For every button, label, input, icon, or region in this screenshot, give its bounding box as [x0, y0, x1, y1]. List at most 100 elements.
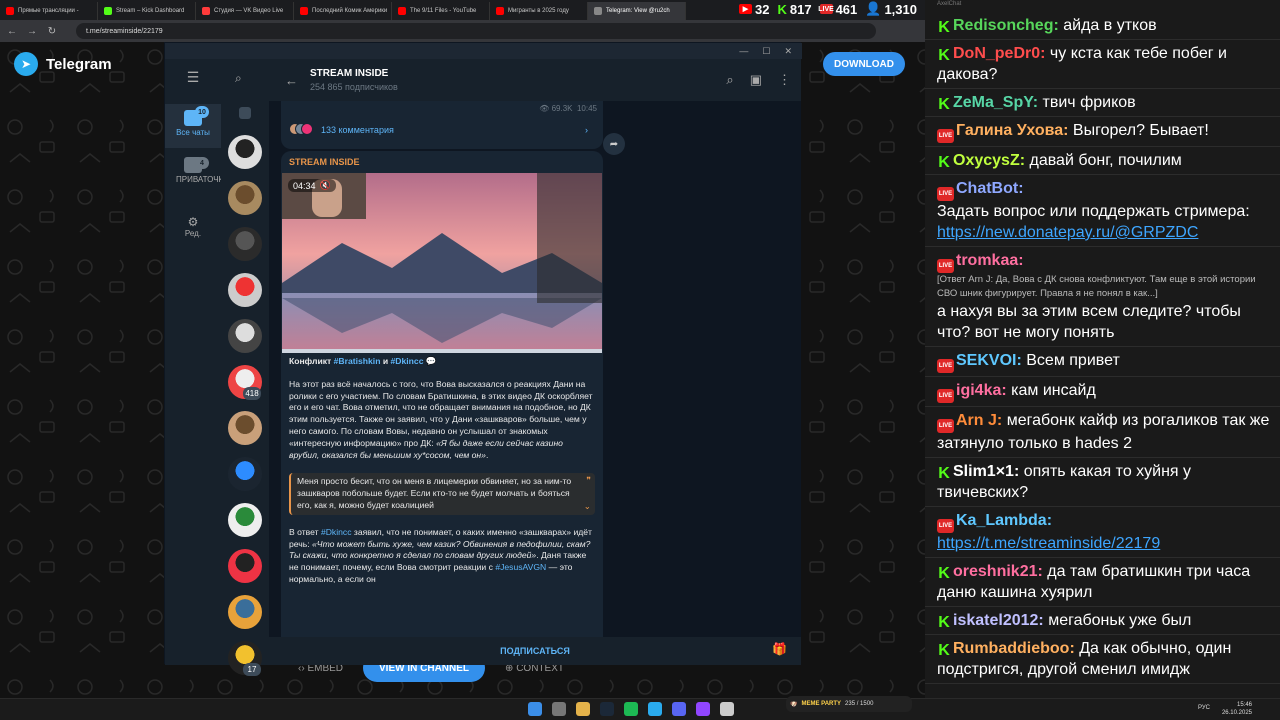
minimize-icon[interactable]: —	[739, 46, 748, 56]
mute-icon[interactable]: 🔇	[320, 180, 331, 191]
archive-icon[interactable]	[239, 107, 251, 119]
chrome-icon[interactable]	[576, 702, 590, 716]
steam-icon[interactable]	[600, 702, 614, 716]
browser-tab[interactable]: Студия — VK Видео Live	[196, 2, 294, 20]
hashtag-link[interactable]: #Dkincc	[391, 356, 424, 366]
chat-username[interactable]: Slim1×1	[953, 463, 1014, 480]
hashtag-link[interactable]: #JesusAVGN	[495, 562, 546, 572]
chat-avatar[interactable]	[228, 595, 262, 629]
back-arrow-icon[interactable]: ←	[285, 73, 298, 88]
chat-username[interactable]: igi4ka	[956, 382, 1001, 399]
total-viewers: 👤 1,310	[865, 1, 917, 17]
start-icon[interactable]	[528, 702, 542, 716]
browser-tab[interactable]: The 9/11 Files - YouTube	[392, 2, 490, 20]
colon: :	[1046, 512, 1053, 529]
chat-username[interactable]: SEKVOI	[956, 352, 1016, 369]
chat-username[interactable]: ZeMa_SpY	[953, 94, 1033, 111]
colon: :	[1053, 17, 1064, 34]
chat-avatar[interactable]	[228, 227, 262, 261]
browser-tab[interactable]: Telegram: View @ru2ch	[588, 2, 686, 20]
chat-avatar[interactable]	[228, 457, 262, 491]
gift-icon[interactable]: 🎁	[772, 642, 787, 656]
comments-link[interactable]: 133 комментария ›	[289, 123, 588, 137]
spotify-icon[interactable]	[624, 702, 638, 716]
discord-icon[interactable]	[672, 702, 686, 716]
chat-avatar[interactable]	[228, 273, 262, 307]
taskbar: РУС 15:46 26.10.2025	[0, 698, 1280, 720]
colon: :	[1016, 352, 1027, 369]
folder-private[interactable]: ПРИВАТОЧКА 4	[165, 155, 229, 199]
live-icon: LIVE	[818, 4, 834, 14]
back-icon[interactable]: ←	[6, 26, 18, 37]
chat-message: LIVE ChatBot: Задать вопрос или поддержат…	[925, 175, 1280, 247]
chat-username[interactable]: iskatel2012	[953, 612, 1038, 629]
quote-block[interactable]: Меня просто бесит, что он меня в лицемер…	[289, 473, 595, 515]
chat-avatar[interactable]	[228, 135, 262, 169]
browser-tab[interactable]: Мигранты в 2025 году	[490, 2, 588, 20]
chat-link[interactable]: https://t.me/streaminside/22179	[937, 533, 1270, 554]
chat-avatar[interactable]	[228, 411, 262, 445]
chat-list: ⌕ 418 17	[221, 59, 269, 676]
youtube-icon: ▶	[739, 4, 752, 14]
chat-username[interactable]: Rumbaddieboo	[953, 640, 1069, 657]
share-button[interactable]: ➦	[603, 133, 625, 155]
sidebar-icon[interactable]: ▣	[750, 72, 762, 88]
live-icon: LIVE	[937, 359, 954, 373]
chat-username[interactable]: tromkaa	[956, 252, 1018, 269]
hashtag-link[interactable]: #Bratishkin	[334, 356, 381, 366]
maximize-icon[interactable]: ☐	[762, 46, 770, 57]
chat-avatar[interactable]	[228, 503, 262, 537]
chat-message: LIVE Arn J: мегабонк кайф из рогаликов та…	[925, 407, 1280, 458]
post-title: Конфликт #Bratishkin и #Dkincc 💬	[289, 356, 437, 366]
chat-username[interactable]: ChatBot	[956, 180, 1018, 197]
chat-message: LIVE SEKVOI: Всем привет	[925, 347, 1280, 377]
chat-avatar[interactable]	[228, 181, 262, 215]
video-timer: 04:34 🔇	[288, 179, 336, 192]
app-icon[interactable]	[720, 702, 734, 716]
browser-tab[interactable]: Прямые трансляции -	[0, 2, 98, 20]
chat-username[interactable]: Arn J	[956, 412, 997, 429]
browser-tab[interactable]: Stream – Kick Dashboard	[98, 2, 196, 20]
tab-favicon-icon	[594, 7, 602, 15]
chat-message: Koreshnik21: да там братишкин три часа д…	[925, 558, 1280, 607]
subscribe-button[interactable]: ПОДПИСАТЬСЯ	[269, 637, 801, 665]
url-field[interactable]: t.me/streaminside/22179	[76, 23, 876, 39]
paragraph-2: В ответ #Dkincc заявил, что не понимает,…	[289, 526, 592, 584]
chat-username[interactable]: OxycysZ	[953, 152, 1020, 169]
more-icon[interactable]: ⋮	[778, 72, 791, 88]
dog-icon: 🐶	[790, 701, 798, 708]
clock[interactable]: 15:46 26.10.2025	[1222, 701, 1252, 717]
channel-name[interactable]: STREAM INSIDE	[310, 68, 398, 79]
colon: :	[1013, 463, 1024, 480]
chat-username[interactable]: Галина Ухова	[956, 122, 1063, 139]
search-icon[interactable]: ⌕	[235, 71, 242, 86]
chat-avatar[interactable]	[228, 549, 262, 583]
edit-folders[interactable]: ⚙ Ред.	[165, 215, 221, 238]
forward-icon[interactable]: →	[26, 26, 38, 37]
chat-link[interactable]: https://new.donatepay.ru/@GRPZDC	[937, 222, 1270, 243]
menu-button[interactable]: ☰	[165, 69, 221, 86]
chat-username[interactable]: oreshnik21	[953, 563, 1037, 580]
video-player[interactable]: 04:34 🔇	[282, 173, 602, 353]
folder-all-chats[interactable]: Все чаты 10	[165, 104, 221, 148]
telegram-icon[interactable]	[648, 702, 662, 716]
search-icon[interactable]: ⌕	[726, 72, 733, 88]
chat-username[interactable]: Ka_Lambda	[956, 512, 1047, 529]
chat-avatar[interactable]	[228, 319, 262, 353]
chat-text: кам инсайд	[1011, 382, 1096, 399]
stream-chat-panel: AxelChat K Redisoncheg: айда в утков K DoN_…	[925, 0, 1280, 698]
download-button[interactable]: DOWNLOAD	[823, 52, 905, 76]
tab-favicon-icon	[202, 7, 210, 15]
chat-username[interactable]: Redisoncheg	[953, 17, 1053, 34]
hashtag-link[interactable]: #Dkincc	[321, 527, 352, 537]
language-indicator[interactable]: РУС	[1198, 705, 1210, 711]
chat-message: LIVE Ka_Lambda: https://t.me/streaminside…	[925, 507, 1280, 558]
close-icon[interactable]: ✕	[784, 46, 792, 57]
reload-icon[interactable]: ↻	[46, 26, 58, 37]
avatar	[301, 123, 313, 135]
chat-username[interactable]: DoN_peDr0	[953, 45, 1040, 62]
obs-icon[interactable]	[696, 702, 710, 716]
search-icon[interactable]	[552, 702, 566, 716]
chat-message: K OxycysZ: давай бонг, почилим	[925, 147, 1280, 175]
browser-tab[interactable]: Последний Комик Америки	[294, 2, 392, 20]
